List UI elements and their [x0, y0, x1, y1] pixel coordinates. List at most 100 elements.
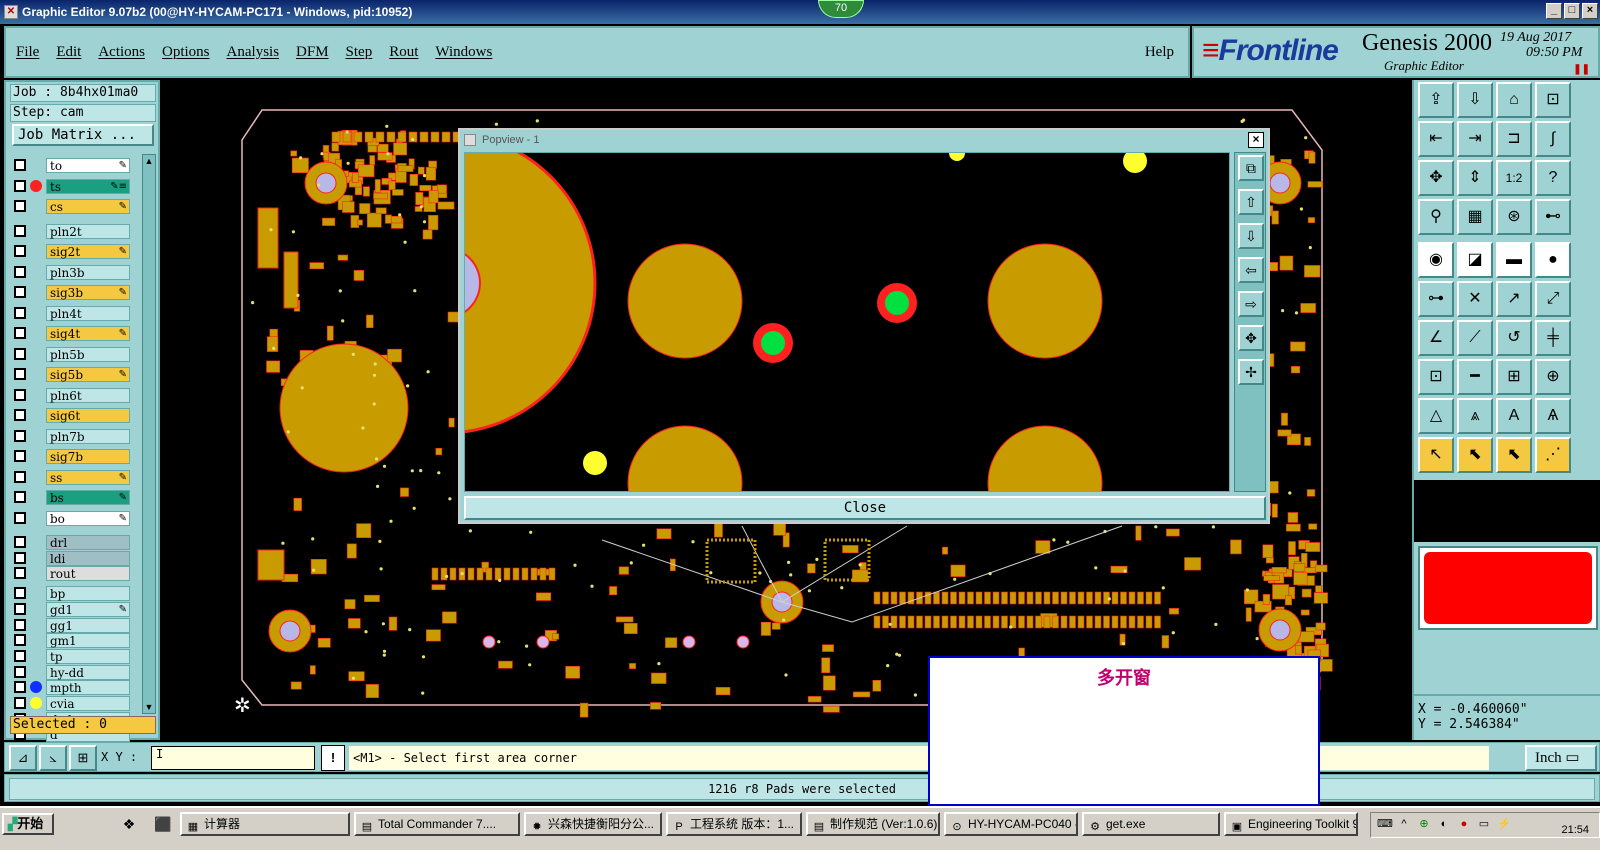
tray-arrow-icon[interactable]: ^ — [1397, 817, 1411, 831]
layer-row-to[interactable]: to ✎ — [10, 158, 132, 173]
layer-name[interactable]: ldi — [46, 550, 130, 566]
layer-row-pln6t[interactable]: pln6t — [10, 387, 132, 403]
layer-checkbox[interactable] — [14, 388, 26, 401]
pointer-icon[interactable]: ↖ — [1418, 437, 1454, 473]
layer-name[interactable]: gg1 — [46, 617, 130, 633]
layer-checkbox[interactable] — [14, 306, 26, 319]
units-selector[interactable]: Inch ▭ — [1525, 745, 1597, 771]
quicklaunch-icon[interactable]: ❖ — [120, 815, 138, 833]
layer-checkbox[interactable] — [14, 536, 26, 548]
menu-step[interactable]: Step — [346, 44, 373, 61]
layer-row-mpth[interactable]: mpth — [10, 680, 132, 696]
taskbar-item[interactable]: ⚙ get.exe — [1082, 812, 1220, 836]
layer-name[interactable]: to ✎ — [46, 158, 130, 173]
frame-icon[interactable]: ⊡ — [1535, 82, 1571, 118]
layer-name[interactable]: sig4t ✎ — [46, 326, 130, 341]
layer-checkbox[interactable] — [14, 602, 26, 615]
ruler-icon[interactable]: ▬ — [1496, 242, 1532, 278]
display-icon[interactable]: ▭ — [1477, 817, 1491, 831]
menu-rout[interactable]: Rout — [389, 44, 418, 61]
popview-tool-icon[interactable]: ⧉ — [1238, 155, 1264, 181]
layer-checkbox[interactable] — [14, 368, 26, 380]
layer-name[interactable]: mpth — [46, 680, 130, 696]
layer-checkbox[interactable] — [14, 697, 26, 709]
layer-checkbox[interactable] — [14, 681, 26, 694]
volume-icon[interactable]: ◐ — [1437, 817, 1451, 831]
power-icon[interactable]: ⚡ — [1497, 817, 1511, 831]
layer-row-rout[interactable]: rout — [10, 566, 132, 582]
layer-row-ldi[interactable]: ldi — [10, 550, 132, 566]
measure-icon[interactable]: ⦣ — [39, 745, 67, 771]
layer-checkbox[interactable] — [14, 450, 26, 462]
fit-icon[interactable]: ✥ — [1238, 325, 1264, 351]
rotate-icon[interactable]: ↺ — [1496, 320, 1532, 356]
slash-icon[interactable]: ⟋ — [1457, 320, 1493, 356]
layer-toggle-icon[interactable]: ⊛ — [1496, 199, 1532, 235]
snap-pad-icon[interactable]: ⊡ — [1418, 359, 1454, 395]
layer-row-tp[interactable]: tp — [10, 648, 132, 664]
layer-row-gd1[interactable]: gd1 ✎ — [10, 601, 132, 617]
layer-name[interactable]: sig2t ✎ — [46, 244, 130, 259]
menu-actions[interactable]: Actions — [98, 44, 145, 61]
zoom-in-icon[interactable]: ⇧ — [1238, 189, 1264, 215]
curve-icon[interactable]: ∫ — [1535, 121, 1571, 157]
connect-icon[interactable]: ⊶ — [1418, 281, 1454, 317]
layer-name[interactable]: sig6t — [46, 408, 130, 423]
layer-checkbox[interactable] — [14, 327, 26, 339]
layer-row-pln5b[interactable]: pln5b — [10, 346, 132, 362]
layer-checkbox[interactable] — [14, 551, 26, 564]
horizontal-line-icon[interactable]: ━ — [1457, 359, 1493, 395]
pad-icon[interactable]: ● — [1535, 242, 1571, 278]
split-icon[interactable]: ⊐ — [1496, 121, 1532, 157]
layer-name[interactable]: cs ✎ — [46, 199, 130, 214]
layer-name[interactable]: tp — [46, 648, 130, 664]
popview-canvas[interactable] — [464, 152, 1230, 492]
select-alt-icon[interactable]: ⬉ — [1496, 437, 1532, 473]
layer-row-cvia[interactable]: cvia — [10, 696, 132, 711]
layer-name[interactable]: pln5b — [46, 346, 130, 362]
minimize-button[interactable]: _ — [1546, 3, 1562, 19]
menu-options[interactable]: Options — [162, 44, 210, 61]
layer-row-hy-dd[interactable]: hy-dd — [10, 664, 132, 680]
layer-row-sig6t[interactable]: sig6t — [10, 408, 132, 423]
layer-name[interactable]: sig7b — [46, 449, 130, 464]
dimension-icon[interactable]: ⊞ — [1496, 359, 1532, 395]
grid-icon[interactable]: ▦ — [1457, 199, 1493, 235]
layer-row-sig3b[interactable]: sig3b ✎ — [10, 285, 132, 300]
layer-row-sig4t[interactable]: sig4t ✎ — [10, 326, 132, 341]
select-icon[interactable]: ⬉ — [1457, 437, 1493, 473]
layer-checkbox[interactable] — [14, 649, 26, 662]
menu-analysis[interactable]: Analysis — [227, 44, 280, 61]
layer-row-sig2t[interactable]: sig2t ✎ — [10, 244, 132, 259]
layer-name[interactable]: pln7b — [46, 428, 130, 444]
scale-icon[interactable]: 1:2 — [1496, 160, 1532, 196]
maximize-button[interactable]: □ — [1564, 3, 1580, 19]
layer-row-ss[interactable]: ss ✎ — [10, 469, 132, 485]
layer-name[interactable]: ss ✎ — [46, 469, 130, 485]
right-icon[interactable]: ⇥ — [1457, 121, 1493, 157]
layer-name[interactable]: pln6t — [46, 387, 130, 403]
layer-checkbox[interactable] — [14, 409, 26, 421]
cluster-icon[interactable]: ⊕ — [1535, 359, 1571, 395]
layer-name[interactable]: pln3b — [46, 264, 130, 280]
arrow-up-icon[interactable]: ↗ — [1496, 281, 1532, 317]
layer-name[interactable]: bo ✎ — [46, 510, 130, 526]
help-icon[interactable]: ? — [1535, 160, 1571, 196]
layer-row-ts[interactable]: ts ✎≡ — [10, 178, 132, 194]
layer-checkbox[interactable] — [14, 470, 26, 483]
snap-icon[interactable]: ⊿ — [9, 745, 37, 771]
menu-dfm[interactable]: DFM — [296, 44, 329, 61]
layer-name[interactable]: gd1 ✎ — [46, 601, 130, 617]
layer-checkbox[interactable] — [14, 347, 26, 360]
layer-row-drl[interactable]: drl — [10, 535, 132, 550]
layer-name[interactable]: ts ✎≡ — [46, 178, 130, 194]
text-alt-icon[interactable]: Ѧ — [1535, 398, 1571, 434]
close-window-button[interactable]: × — [1582, 3, 1598, 19]
taskbar-item[interactable]: P 工程系统 版本：1... — [666, 812, 802, 836]
snap-center-icon[interactable]: ◉ — [1418, 242, 1454, 278]
layer-row-pln2t[interactable]: pln2t — [10, 223, 132, 239]
layer-checkbox[interactable] — [14, 618, 26, 631]
layer-checkbox[interactable] — [14, 587, 26, 600]
layer-name[interactable]: hy-dd — [46, 664, 130, 680]
layer-checkbox[interactable] — [14, 634, 26, 647]
